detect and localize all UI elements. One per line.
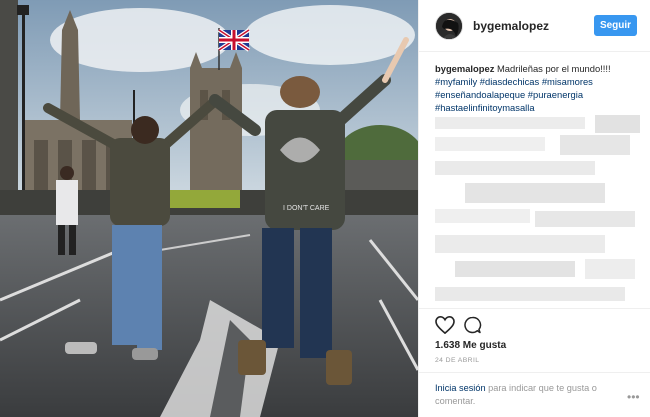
shirt-text: I DON'T CARE — [283, 205, 330, 212]
post-photo[interactable]: I DON'T CARE — [0, 0, 418, 417]
caption-text: Madrileñas por el mundo!!!! — [497, 63, 611, 74]
hashtag-line-1[interactable]: #myfamily #diasdechicas #misamores — [435, 75, 640, 88]
instagram-post: I DON'T CARE bygemalopez Seguir bygemalo… — [0, 0, 650, 417]
post-sidebar: bygemalopez Seguir bygemalopez Madrileña… — [418, 0, 650, 417]
actions-divider — [419, 308, 650, 309]
hashtag-line-2[interactable]: #enseñandoalapeque #puraenergia — [435, 88, 640, 101]
likes-count[interactable]: 1.638 Me gusta — [435, 340, 506, 351]
comment-icon[interactable] — [463, 316, 482, 334]
author-username[interactable]: bygemalopez — [473, 19, 549, 33]
login-prompt: Inicia sesión para indicar que te gusta … — [435, 382, 615, 408]
heart-icon[interactable] — [435, 315, 455, 335]
post-date: 24 DE ABRIL — [435, 357, 480, 364]
follow-button[interactable]: Seguir — [594, 15, 637, 36]
more-options-icon[interactable]: ••• — [627, 390, 640, 404]
profile-avatar[interactable] — [435, 12, 463, 40]
post-header: bygemalopez Seguir — [419, 0, 650, 52]
post-caption: bygemalopez Madrileñas por el mundo!!!! … — [435, 62, 640, 114]
caption-username[interactable]: bygemalopez — [435, 63, 494, 74]
comments-blurred — [435, 113, 640, 308]
login-link[interactable]: Inicia sesión — [435, 383, 486, 393]
